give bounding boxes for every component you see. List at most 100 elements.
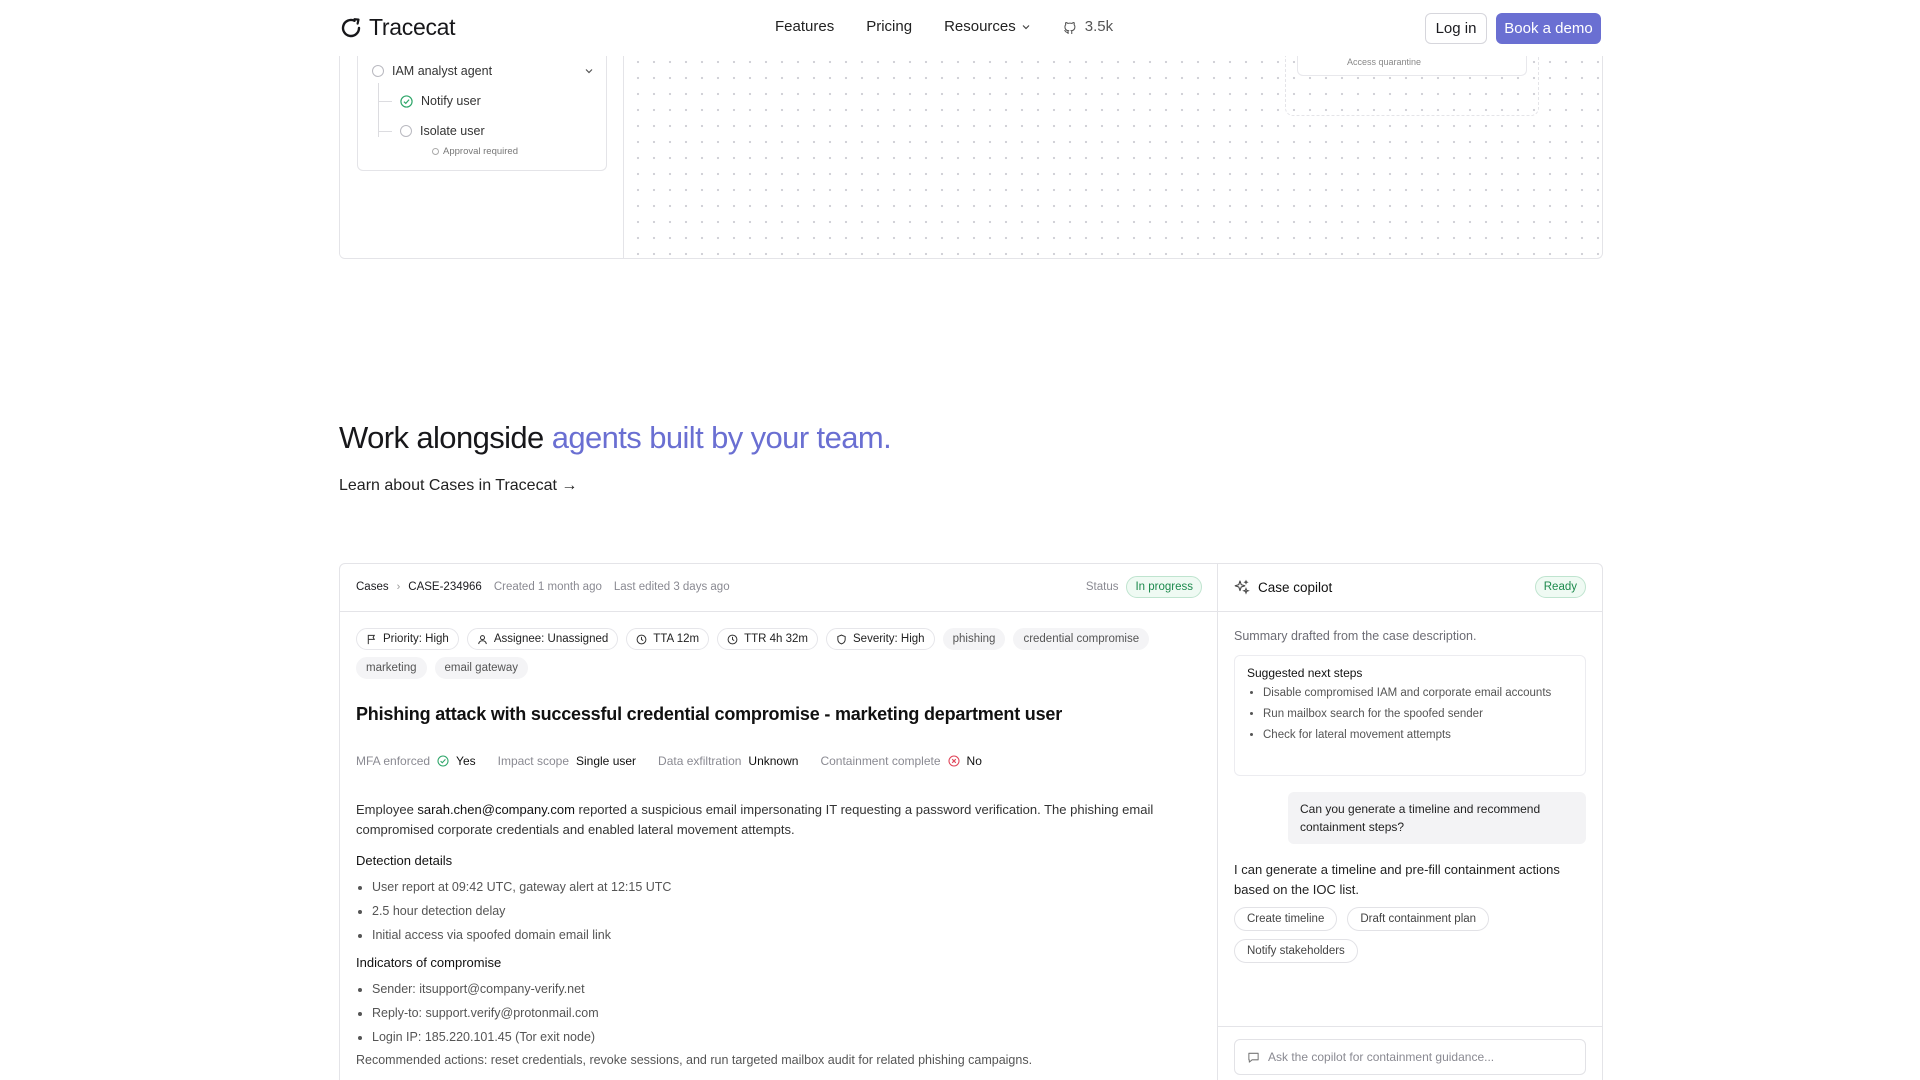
steps-list: Disable compromised IAM and corporate em…	[1263, 684, 1573, 744]
breadcrumb: Cases › CASE-234966 Created 1 month ago …	[356, 581, 730, 593]
case-description: Employee sarah.chen@company.com reported…	[356, 800, 1206, 840]
pending-ring-icon	[372, 65, 384, 77]
chip-label: Priority: High	[383, 633, 449, 645]
fact-value: No	[966, 754, 982, 768]
ioc-list: Sender: itsupport@company-verify.net Rep…	[372, 979, 599, 1051]
fact-impact: Impact scope Single user	[498, 754, 636, 768]
copilot-panel: Case copilot Ready Summary drafted from …	[1218, 564, 1602, 1080]
tracecat-logo-icon	[341, 17, 361, 37]
priority-chip[interactable]: Priority: High	[356, 628, 459, 650]
nav-features-link[interactable]: Features	[775, 18, 834, 35]
task-isolate-user[interactable]: Isolate user	[400, 124, 485, 138]
case-panel: Cases › CASE-234966 Created 1 month ago …	[339, 563, 1603, 1080]
severity-chip[interactable]: Severity: High	[826, 628, 935, 650]
chevron-right-icon: ›	[396, 581, 401, 593]
user-icon	[477, 634, 487, 644]
copilot-input-area	[1218, 1026, 1602, 1080]
nav-resources-menu[interactable]: Resources	[944, 18, 1031, 35]
github-stars-count: 3.5k	[1084, 18, 1114, 35]
brand-logo[interactable]: Tracecat	[339, 14, 456, 41]
desc-prefix: Employee	[356, 802, 418, 817]
case-chips: Priority: High Assignee: Unassigned TTA …	[356, 628, 1206, 679]
check-circle-icon	[400, 94, 413, 108]
case-main: Cases › CASE-234966 Created 1 month ago …	[340, 564, 1218, 1080]
ttr-chip[interactable]: TTR 4h 32m	[717, 628, 818, 650]
pending-ring-icon	[400, 125, 412, 137]
agent-name: IAM analyst agent	[392, 64, 493, 78]
status-label: Status	[1085, 581, 1119, 593]
agent-card: IAM analyst agent Notify user Isolate us…	[357, 54, 607, 171]
nav-pricing-link[interactable]: Pricing	[866, 18, 912, 35]
fact-value: Single user	[576, 754, 637, 768]
clock-icon	[636, 634, 647, 644]
copilot-input[interactable]	[1268, 1050, 1568, 1064]
case-id: CASE-234966	[408, 581, 482, 593]
shield-icon	[837, 634, 846, 644]
headline-accent: agents built by your team.	[551, 420, 892, 455]
case-title: Phishing attack with successful credenti…	[356, 704, 1063, 724]
tag-chip[interactable]: credential compromise	[1013, 628, 1150, 650]
fact-label: Containment complete	[820, 754, 941, 768]
nav-resources-label: Resources	[944, 18, 1016, 35]
chat-bubble-icon	[1248, 1052, 1259, 1063]
suggestion-create-timeline[interactable]: Create timeline	[1234, 907, 1338, 931]
sparkles-icon	[1234, 579, 1250, 595]
breadcrumb-cases[interactable]: Cases	[356, 581, 389, 593]
chip-label: Assignee: Unassigned	[493, 633, 609, 645]
case-edited: Last edited 3 days ago	[613, 581, 730, 593]
case-header: Cases › CASE-234966 Created 1 month ago …	[340, 564, 1218, 612]
tree-connector	[378, 101, 392, 102]
recommended-actions: Recommended actions: reset credentials, …	[356, 1053, 1033, 1067]
canvas-node-label: Access quarantine	[1347, 57, 1422, 67]
agent-row[interactable]: IAM analyst agent	[372, 64, 594, 78]
suggestion-draft-plan[interactable]: Draft containment plan	[1347, 907, 1490, 931]
approval-required-badge: Approval required	[432, 146, 518, 157]
chip-label: TTA 12m	[653, 633, 700, 645]
login-button[interactable]: Log in	[1425, 13, 1487, 44]
fact-mfa: MFA enforced Yes	[356, 754, 476, 768]
fact-label: MFA enforced	[356, 754, 431, 768]
copilot-title-label: Case copilot	[1258, 579, 1333, 595]
copilot-input-box[interactable]	[1234, 1039, 1586, 1075]
assignee-chip[interactable]: Assignee: Unassigned	[466, 628, 619, 650]
tag-chip[interactable]: email gateway	[434, 657, 529, 679]
learn-cases-link[interactable]: Learn about Cases in Tracecat →	[339, 477, 577, 495]
fact-label: Data exfiltration	[658, 754, 742, 768]
tag-chip[interactable]: marketing	[356, 657, 427, 679]
tag-chip[interactable]: phishing	[942, 628, 1006, 650]
ioc-heading: Indicators of compromise	[356, 955, 502, 970]
chevron-down-icon	[585, 69, 593, 74]
approval-label: Approval required	[443, 146, 518, 157]
suggestion-chips: Create timeline Draft containment plan N…	[1234, 907, 1586, 963]
github-stars-link[interactable]: 3.5k	[1063, 18, 1113, 35]
pending-dot-icon	[432, 148, 439, 155]
case-facts: MFA enforced Yes Impact scope Single use…	[356, 754, 982, 768]
status-badge[interactable]: In progress	[1126, 576, 1202, 598]
task-label: Isolate user	[420, 124, 485, 138]
chip-label: TTR 4h 32m	[744, 633, 808, 645]
tree-connector	[378, 83, 379, 137]
list-item: Initial access via spoofed domain email …	[372, 925, 671, 949]
fact-containment: Containment complete No	[820, 754, 981, 768]
steps-heading: Suggested next steps	[1247, 666, 1363, 680]
headline-plain: Work alongside	[339, 420, 552, 455]
task-notify-user[interactable]: Notify user	[400, 94, 481, 108]
brand-name: Tracecat	[369, 14, 456, 40]
book-demo-button[interactable]: Book a demo	[1496, 13, 1601, 44]
list-item: User report at 09:42 UTC, gateway alert …	[372, 877, 671, 901]
suggested-steps-card: Suggested next steps Disable compromised…	[1234, 655, 1586, 776]
fact-exfiltration: Data exfiltration Unknown	[658, 754, 798, 768]
assistant-message: I can generate a timeline and pre-fill c…	[1234, 862, 1560, 897]
list-item: Reply-to: support.verify@protonmail.com	[372, 1003, 599, 1027]
detection-list: User report at 09:42 UTC, gateway alert …	[372, 877, 671, 949]
tta-chip[interactable]: TTA 12m	[626, 628, 710, 650]
fact-value: Yes	[456, 754, 476, 768]
user-message: Can you generate a timeline and recommen…	[1288, 792, 1586, 844]
list-item: Login IP: 185.220.101.45 (Tor exit node)	[372, 1027, 599, 1051]
list-item: Sender: itsupport@company-verify.net	[372, 979, 599, 1003]
github-icon	[1063, 21, 1076, 34]
list-item: 2.5 hour detection delay	[372, 901, 671, 925]
fact-label: Impact scope	[497, 754, 569, 768]
section-headline: Work alongside agents built by your team…	[339, 420, 892, 456]
suggestion-notify-stakeholders[interactable]: Notify stakeholders	[1234, 939, 1358, 963]
